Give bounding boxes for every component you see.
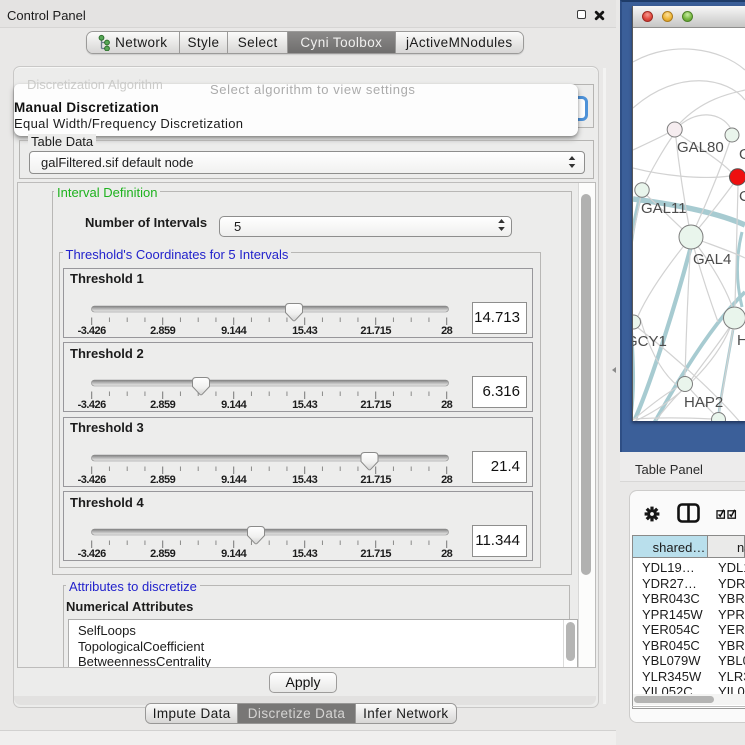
svg-text:GCY1: GCY1 <box>633 333 667 350</box>
svg-text:GAL11: GAL11 <box>641 200 687 217</box>
svg-text:-3.426: -3.426 <box>78 399 107 411</box>
svg-text:GA: GA <box>739 146 745 163</box>
svg-text:GAL4: GAL4 <box>693 251 731 268</box>
svg-text:2.859: 2.859 <box>150 548 175 560</box>
svg-text:9.144: 9.144 <box>221 548 247 560</box>
svg-text:9.144: 9.144 <box>221 325 247 337</box>
svg-text:2.859: 2.859 <box>150 399 175 411</box>
svg-text:HAP2: HAP2 <box>684 394 723 411</box>
svg-text:15.43: 15.43 <box>292 474 317 486</box>
svg-text:-3.426: -3.426 <box>78 474 107 486</box>
svg-text:21.715: 21.715 <box>360 474 391 486</box>
svg-text:15.43: 15.43 <box>292 399 317 411</box>
svg-text:28: 28 <box>441 399 453 411</box>
svg-text:-3.426: -3.426 <box>78 548 107 560</box>
svg-text:28: 28 <box>441 548 453 560</box>
svg-text:9.144: 9.144 <box>221 399 247 411</box>
svg-text:28: 28 <box>441 325 453 337</box>
svg-text:2.859: 2.859 <box>150 474 175 486</box>
svg-text:28: 28 <box>441 474 453 486</box>
svg-text:-3.426: -3.426 <box>78 325 107 337</box>
svg-text:15.43: 15.43 <box>292 325 317 337</box>
svg-text:C: C <box>739 188 745 205</box>
svg-text:21.715: 21.715 <box>360 548 391 560</box>
svg-text:GAL80: GAL80 <box>677 139 724 156</box>
svg-text:9.144: 9.144 <box>221 474 247 486</box>
svg-text:HA: HA <box>737 332 745 349</box>
svg-text:21.715: 21.715 <box>360 325 391 337</box>
svg-text:2.859: 2.859 <box>150 325 175 337</box>
svg-text:15.43: 15.43 <box>292 548 317 560</box>
svg-text:21.715: 21.715 <box>360 399 391 411</box>
